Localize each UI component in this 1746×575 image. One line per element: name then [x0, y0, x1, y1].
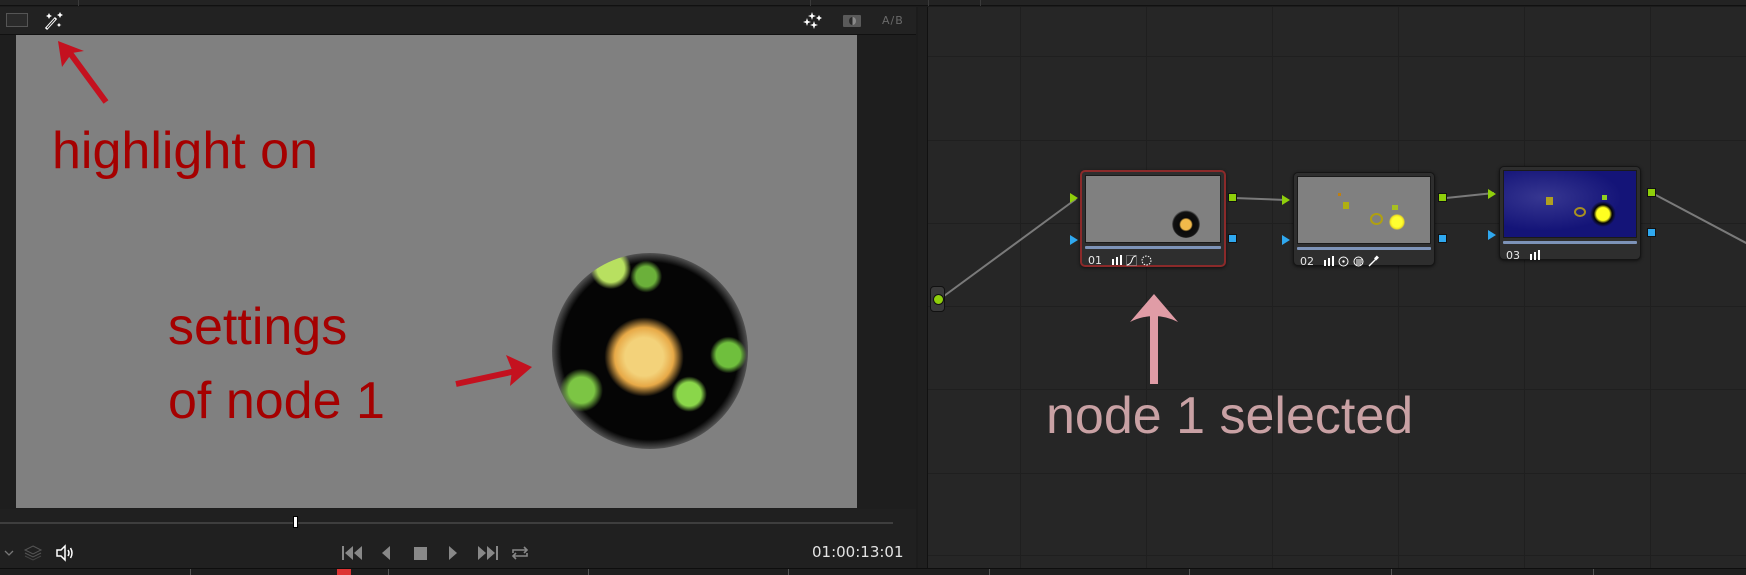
sparkle-icon[interactable]: [803, 11, 825, 31]
node-02-key-output[interactable]: [1438, 234, 1447, 243]
flower-image-circle-window: [552, 253, 748, 449]
blur-icon: [1353, 256, 1364, 267]
loop-button[interactable]: [511, 545, 529, 561]
node-01-key-input[interactable]: [1070, 235, 1078, 245]
go-to-start-button[interactable]: [342, 545, 364, 561]
ab-compare-button[interactable]: A/B: [882, 14, 904, 27]
play-button[interactable]: [447, 545, 459, 561]
node-01-key-output[interactable]: [1228, 234, 1237, 243]
node-02-rgb-output[interactable]: [1438, 193, 1447, 202]
resolve-color-page: A/B highlight on settings of node 1 01:0…: [0, 0, 1746, 575]
qualifier-picker-icon: [1368, 255, 1379, 267]
annotation-node-1-selected: node 1 selected: [1046, 387, 1414, 445]
node-01-thumbnail: [1085, 175, 1221, 243]
node-01-label: 01: [1088, 253, 1102, 267]
go-to-end-button[interactable]: [476, 545, 498, 561]
node-02-thumbnail: [1297, 176, 1431, 244]
node-03-thumbnail: [1503, 170, 1637, 238]
node-02-footer: 02: [1300, 253, 1379, 269]
node-02-rgb-input[interactable]: [1282, 195, 1290, 205]
curves-icon: [1126, 254, 1137, 266]
split-screen-icon[interactable]: [843, 15, 861, 27]
node-01[interactable]: 01: [1080, 170, 1226, 267]
annotation-highlight-on: highlight on: [52, 122, 318, 180]
magic-wand-highlight-icon[interactable]: [42, 10, 66, 32]
annotation-settings-of-node-1: settings of node 1: [168, 290, 385, 438]
node-02-label: 02: [1300, 254, 1314, 268]
annotation-line-1: settings: [168, 298, 348, 356]
node-03-label: 03: [1506, 248, 1520, 262]
timeline-playhead-marker[interactable]: [337, 569, 351, 575]
annotation-arrow-up: [1130, 294, 1178, 384]
circle-window-icon: [1338, 256, 1349, 267]
node-03-key-output[interactable]: [1647, 228, 1656, 237]
video-viewer[interactable]: highlight on settings of node 1: [16, 35, 857, 508]
node-03-rgb-input[interactable]: [1488, 189, 1496, 199]
top-strip: [0, 0, 1746, 6]
node-03[interactable]: 03: [1499, 166, 1641, 263]
node-02-key-input[interactable]: [1282, 235, 1290, 245]
volume-icon[interactable]: [56, 544, 74, 562]
node-01-rgb-output[interactable]: [1228, 193, 1237, 202]
scrubber-track[interactable]: [0, 522, 893, 524]
circle-window-icon: [1141, 255, 1152, 266]
node-01-footer: 01: [1088, 252, 1152, 268]
node-03-rgb-output[interactable]: [1647, 188, 1656, 197]
node-03-footer: 03: [1506, 247, 1540, 263]
annotation-line-2: of node 1: [168, 372, 385, 430]
chevron-down-icon[interactable]: [4, 545, 14, 561]
node-01-rgb-input[interactable]: [1070, 193, 1078, 203]
node-02-progress-bar: [1297, 247, 1431, 250]
annotation-arrow-right: [455, 355, 532, 387]
primaries-bars-icon: [1323, 256, 1334, 267]
scrubber-playhead[interactable]: [293, 516, 298, 528]
stop-button[interactable]: [413, 545, 427, 561]
node-02[interactable]: 02: [1293, 172, 1435, 269]
node-01-progress-bar: [1085, 246, 1221, 249]
node-connections: [943, 192, 1746, 297]
primaries-bars-icon: [1111, 255, 1122, 266]
layers-icon[interactable]: [23, 545, 43, 561]
timeline-ruler: [0, 568, 1746, 575]
viewer-toolbar: A/B: [0, 7, 916, 35]
step-back-button[interactable]: [380, 545, 392, 561]
source-input-node[interactable]: [930, 286, 945, 312]
annotation-arrow-up-left: [58, 41, 109, 104]
primaries-bars-icon: [1529, 250, 1540, 261]
viewer-grid-icon[interactable]: [6, 13, 28, 27]
timecode-display: 01:00:13:01: [812, 543, 904, 561]
viewer-panel: A/B highlight on settings of node 1 01:0…: [0, 7, 916, 568]
node-03-progress-bar: [1503, 241, 1637, 244]
node-graph-panel[interactable]: 01 02 03: [918, 7, 1746, 568]
transport-bar: 01:00:13:01: [0, 509, 916, 568]
node-03-key-input[interactable]: [1488, 230, 1496, 240]
